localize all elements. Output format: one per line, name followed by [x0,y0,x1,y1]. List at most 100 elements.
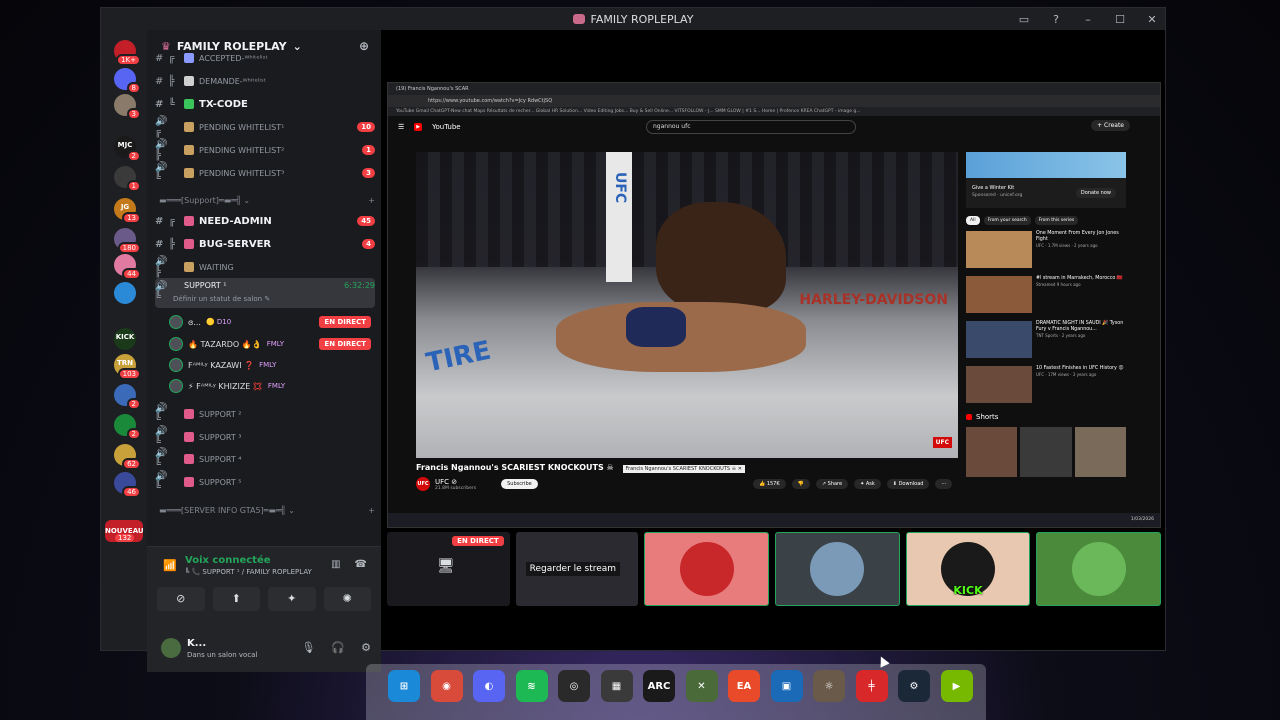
inbox-icon[interactable]: ▭ [1017,13,1031,26]
video-action-button[interactable]: 👍 157K [753,479,786,489]
server-icon[interactable]: 3 [114,94,141,120]
server-icon[interactable]: 1 [114,166,141,192]
server-icon[interactable]: 2 [114,384,141,410]
channel-item[interactable]: # ╠ BUG-SERVER 4 [155,234,375,254]
participant-tile[interactable]: KICK [905,532,1031,606]
arc-raiders-icon[interactable]: ARC [643,670,675,702]
participant-tile[interactable] [1036,532,1162,606]
server-icon[interactable]: MJC 2 [114,136,141,162]
channel-item[interactable]: # ╔ NEED-ADMIN 45 [155,211,375,231]
address-bar[interactable]: https://www.youtube.com/watch?v=Jcy RdwC… [388,95,1160,107]
filter-chip[interactable]: From this series [1034,216,1079,225]
server-icon[interactable]: KICK [114,328,136,350]
filter-chip[interactable]: From your search [983,216,1031,225]
mic-icon[interactable]: 🎙 [301,641,315,654]
server-icon[interactable] [114,282,136,304]
participant-tile[interactable]: Regarder le stream [515,532,639,606]
shared-screen[interactable]: (19) Francis Ngannou's SCAR https://www.… [387,82,1161,528]
server-icon[interactable]: 62 [114,444,141,470]
channel-item-active[interactable]: 🔊 ╚ SUPPORT ¹ 6:32:29 Définir un statut de … [155,278,375,308]
channel-item[interactable]: 🔊 ╠ WAITING [155,256,375,278]
participant-tile[interactable] [644,532,770,606]
server-icon[interactable]: 46 [114,472,141,498]
windows-icon[interactable]: ⊞ [388,670,420,702]
watch-stream-label[interactable]: Regarder le stream [525,562,621,576]
discord-icon[interactable]: ◐ [473,670,505,702]
create-button[interactable]: + Create [1091,120,1130,131]
voice-location[interactable]: ╚ 📞 SUPPORT ¹ / FAMILY ROPLEPLAY [185,568,312,576]
filter-chip[interactable]: All [966,216,980,225]
category-gta[interactable]: ▬═══[SERVER INFO GTA5]═▬═╣ ⌄ + [159,502,375,518]
faceit-icon[interactable]: ╪ [855,670,888,702]
youtube-logo-icon[interactable]: ▶ [414,123,423,131]
youtube-search-input[interactable]: ngannou ufc [646,120,856,134]
subscribe-button[interactable]: Subscribe [501,479,538,489]
add-channel-icon[interactable]: + [368,506,375,515]
short-thumbnail[interactable] [966,427,1018,477]
screen-share-icon[interactable]: ⬆ [212,587,260,611]
channel-name[interactable]: UFC ⊘ [435,478,476,486]
channel-item[interactable]: 🔊 ╠ PENDING WHITELIST² 1 [155,139,375,161]
nvidia-icon[interactable]: ▶ [940,670,973,702]
video-action-button[interactable]: ⋯ [935,479,953,489]
donate-button[interactable]: Donate now [1075,188,1116,198]
participant-tile[interactable] [775,532,900,606]
video-action-button[interactable]: ↗ Share [815,479,849,489]
channel-item[interactable]: 🔊 ╚ SUPPORT ⁵ [155,471,375,493]
camera-off-icon[interactable]: ⊘ [157,587,205,611]
channel-item[interactable]: # ╔ ACCEPTED-ᵂʰⁱᵗᵉˡⁱˢᵗ [155,48,375,68]
voice-user[interactable]: ɞ... 🟡 D10 EN DIRECT [169,312,371,332]
rockstar-icon[interactable]: ✕ [685,670,718,702]
obs-icon[interactable]: ◎ [558,670,590,702]
disconnect-icon[interactable]: ☎ [355,559,367,570]
spotify-icon[interactable]: ≋ [515,670,548,702]
user-name[interactable]: K... [187,638,206,649]
channel-item[interactable]: 🔊 ╚ SUPPORT ³ [155,426,375,448]
sponsored-ad[interactable]: Give a Winter Kit Sponsored · unicef.org… [966,152,1126,208]
activities-icon[interactable]: ✦ [268,587,316,611]
steam-icon[interactable]: ⚙ [898,670,930,702]
video-action-button[interactable]: ⬇ Download [886,479,930,489]
channel-item[interactable]: 🔊 ╚ PENDING WHITELIST³ 3 [155,162,375,184]
voice-user[interactable]: Fᴬᴹᴵᴸʸ KAZAWI ❓ FMLY [169,355,371,375]
participant-tile[interactable]: EN DIRECT 🖥 [387,532,510,606]
server-icon[interactable]: 2 [114,414,141,440]
ea-icon[interactable]: EA [728,670,760,702]
recommended-video[interactable]: DRAMATIC NIGHT IN SAUDI 🎉 Tyson Fury v F… [966,321,1126,360]
short-thumbnail[interactable] [1020,427,1072,477]
video-action-button[interactable]: ✦ Ask [854,479,881,489]
headphones-icon[interactable]: 🎧 [331,641,345,654]
recommended-video[interactable]: #l stream in Marrakech, Morocco 🇲🇦 Stream… [966,276,1126,315]
server-icon[interactable]: 1K+ [114,40,141,66]
recommended-video[interactable]: 10 Fastest Finishes in UFC History 😮 UFC … [966,366,1126,405]
server-icon[interactable]: 8 [114,68,141,94]
channel-item[interactable]: 🔊 ╔ PENDING WHITELIST¹ 10 [155,116,375,138]
recommended-video[interactable]: One Moment From Every Jon Jones Fight UFC… [966,231,1126,270]
server-icon[interactable]: TRN 103 [114,354,141,380]
effects-icon[interactable]: ✺ [323,587,371,611]
soundboard-icon[interactable]: ▥ [331,559,340,570]
channel-item[interactable]: 🔊 ╚ SUPPORT ⁴ [155,448,375,470]
xbox-icon[interactable]: ▣ [770,670,803,702]
ufc-channel-avatar[interactable]: UFC [416,477,430,491]
server-icon[interactable]: JG 13 [114,198,141,224]
category-support[interactable]: ▬═══[Support]═▬═╣ ⌄ + [159,192,375,208]
add-channel-icon[interactable]: + [368,196,375,205]
gta-icon[interactable]: ☼ [813,670,845,702]
server-icon[interactable]: 44 [114,254,141,280]
minimize-button[interactable]: – [1081,13,1095,26]
maximize-button[interactable]: ☐ [1113,13,1127,26]
browser-tab[interactable]: (19) Francis Ngannou's SCAR [388,83,1160,95]
game-bar-icon[interactable]: ▦ [600,670,633,702]
voice-user[interactable]: 🔥 TAZARDO 🔥👌 FMLY EN DIRECT [169,334,371,354]
menu-icon[interactable]: ☰ [398,123,404,131]
short-thumbnail[interactable] [1074,427,1126,477]
avatar[interactable] [161,638,181,658]
chrome-icon[interactable]: ◉ [430,670,463,702]
channel-item[interactable]: # ╠ DEMANDE-ᵂʰⁱᵗᵉˡⁱˢᵗ [155,71,375,91]
voice-user[interactable]: ⚡ Fᴬᴹᴵᴸʸ KHIZIZE 💢 FMLY [169,376,371,396]
video-action-button[interactable]: 👎 [791,479,810,489]
channel-item[interactable]: 🔊 ╚ SUPPORT ² [155,403,375,425]
close-button[interactable]: ✕ [1145,13,1159,26]
help-icon[interactable]: ? [1049,13,1063,26]
